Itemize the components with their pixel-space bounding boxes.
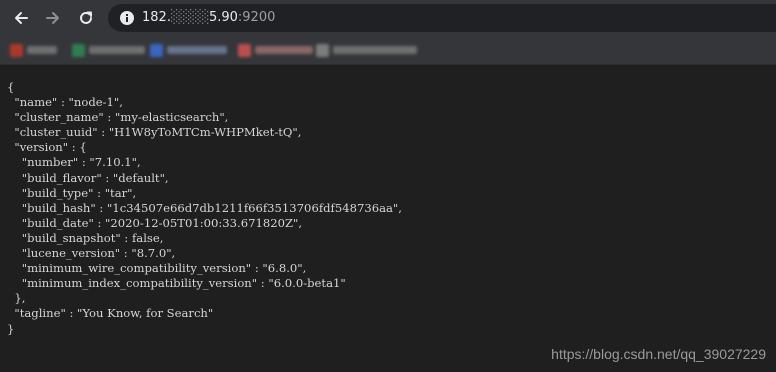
bookmark-label-blurred xyxy=(167,46,227,54)
bookmark-item[interactable] xyxy=(150,43,227,57)
bookmark-item[interactable] xyxy=(10,43,57,57)
site-info-button[interactable] xyxy=(118,9,136,27)
info-icon xyxy=(120,11,134,25)
bookmark-item[interactable] xyxy=(316,43,417,57)
browser-toolbar: 182.░░░░5.90:9200 xyxy=(0,0,776,36)
watermark-text: https://blog.csdn.net/qq_39027229 xyxy=(551,346,766,362)
bookmark-label-blurred xyxy=(27,46,57,54)
back-arrow-icon xyxy=(15,12,28,24)
bookmark-favicon-icon xyxy=(72,43,85,57)
forward-arrow-icon xyxy=(46,12,59,24)
reload-button[interactable] xyxy=(75,7,97,29)
back-button[interactable] xyxy=(10,7,32,29)
url-port: :9200 xyxy=(237,10,276,25)
address-bar[interactable]: 182.░░░░5.90:9200 xyxy=(108,4,776,32)
bookmark-item[interactable] xyxy=(238,43,313,57)
reload-icon xyxy=(80,11,92,24)
bookmark-favicon-icon xyxy=(238,43,251,57)
bookmark-favicon-icon xyxy=(316,43,329,57)
bookmark-label-blurred xyxy=(89,46,145,54)
url-text: 182.░░░░5.90:9200 xyxy=(142,10,275,26)
bookmark-favicon-icon xyxy=(150,43,163,57)
bookmark-item[interactable] xyxy=(72,43,145,57)
json-response: { "name" : "node-1", "cluster_name" : "m… xyxy=(7,80,402,336)
url-masked-segment: ░░░░ xyxy=(170,10,210,25)
page-content: { "name" : "node-1", "cluster_name" : "m… xyxy=(0,65,776,372)
url-host-start: 182. xyxy=(142,10,171,25)
forward-button[interactable] xyxy=(42,7,64,29)
bookmark-label-blurred xyxy=(333,46,417,54)
bookmarks-bar xyxy=(0,36,776,65)
bookmark-favicon-icon xyxy=(10,43,23,57)
url-host-end: 5.90 xyxy=(208,10,238,25)
bookmark-label-blurred xyxy=(255,46,313,54)
